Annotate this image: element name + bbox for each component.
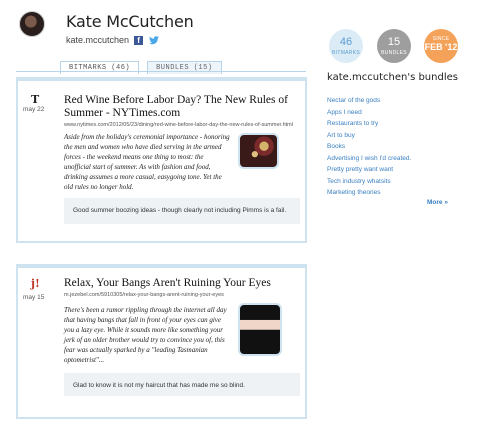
bitmarks-label: BITMARKS [332,50,360,56]
bitmark-comment: Good summer boozing ideas - though clear… [64,198,300,224]
bitmark-title[interactable]: Relax, Your Bangs Aren't Ruining Your Ey… [64,277,304,290]
more-bundles-link[interactable]: More » [427,199,448,206]
bitmark-comment: Glad to know it is not my haircut that h… [64,373,300,396]
bitmark-url[interactable]: www.nytimes.com/2012/05/23/dining/red-wi… [64,122,304,128]
since-value: FEB '12 [424,42,458,52]
bitmark-excerpt: Aside from the holiday's ceremonial impo… [64,133,230,191]
profile-name: Kate McCutchen [66,12,194,31]
tab-bitmarks[interactable]: BITMARKS (46) [60,61,140,74]
tab-divider [16,71,306,72]
bundles-count: 15 [387,36,401,48]
bundle-list: Nectar of the gods Apps I need Restauran… [327,95,411,199]
bundle-link[interactable]: Restaurants to try [327,118,411,130]
twitter-icon[interactable] [148,35,160,45]
bundle-link[interactable]: Books [327,141,411,153]
bundle-link[interactable]: Pretty pretty want want [327,164,411,176]
bitmark-card: j! may 15 Relax, Your Bangs Aren't Ruini… [16,264,307,419]
avatar[interactable] [19,11,45,37]
bundles-label: BUNDLES [381,50,407,56]
bundles-heading: kate.mccutchen's bundles [327,72,458,83]
profile-handle: kate.mccutchen [66,35,130,45]
bundles-stat[interactable]: 15 BUNDLES [377,29,411,63]
bitmark-thumbnail[interactable] [238,303,282,356]
bundle-link[interactable]: Marketing theories [327,187,411,199]
facebook-icon[interactable]: f [134,35,144,45]
tab-bar: BITMARKS (46) BUNDLES (15) [60,61,222,74]
bitmark-date: may 15 [23,294,45,301]
bundle-link[interactable]: Tech industry whatsits [327,176,411,188]
jezebel-icon: j! [31,277,40,290]
tab-bundles[interactable]: BUNDLES (15) [147,61,222,74]
bitmark-title[interactable]: Red Wine Before Labor Day? The New Rules… [64,94,304,120]
nytimes-icon: T [31,93,40,106]
member-since-stat: SINCE FEB '12 [424,29,458,63]
bitmark-date: may 22 [23,106,45,113]
bitmarks-count: 46 [339,36,353,48]
bundle-link[interactable]: Art to buy [327,130,411,142]
bundle-link[interactable]: Nectar of the gods [327,95,411,107]
profile-handle-row: kate.mccutchen f [66,35,160,45]
bitmarks-stat[interactable]: 46 BITMARKS [329,29,363,63]
bundle-link[interactable]: Advertising I wish I'd created. [327,153,411,165]
bitmark-url[interactable]: m.jezebel.com/5910305/relax-your-bangs-a… [64,292,304,298]
bitmark-thumbnail[interactable] [238,133,279,169]
bitmark-card: T may 22 Red Wine Before Labor Day? The … [16,77,307,243]
bitmark-excerpt: There's been a rumor rippling through th… [64,306,227,364]
bundle-link[interactable]: Apps I need [327,107,411,119]
